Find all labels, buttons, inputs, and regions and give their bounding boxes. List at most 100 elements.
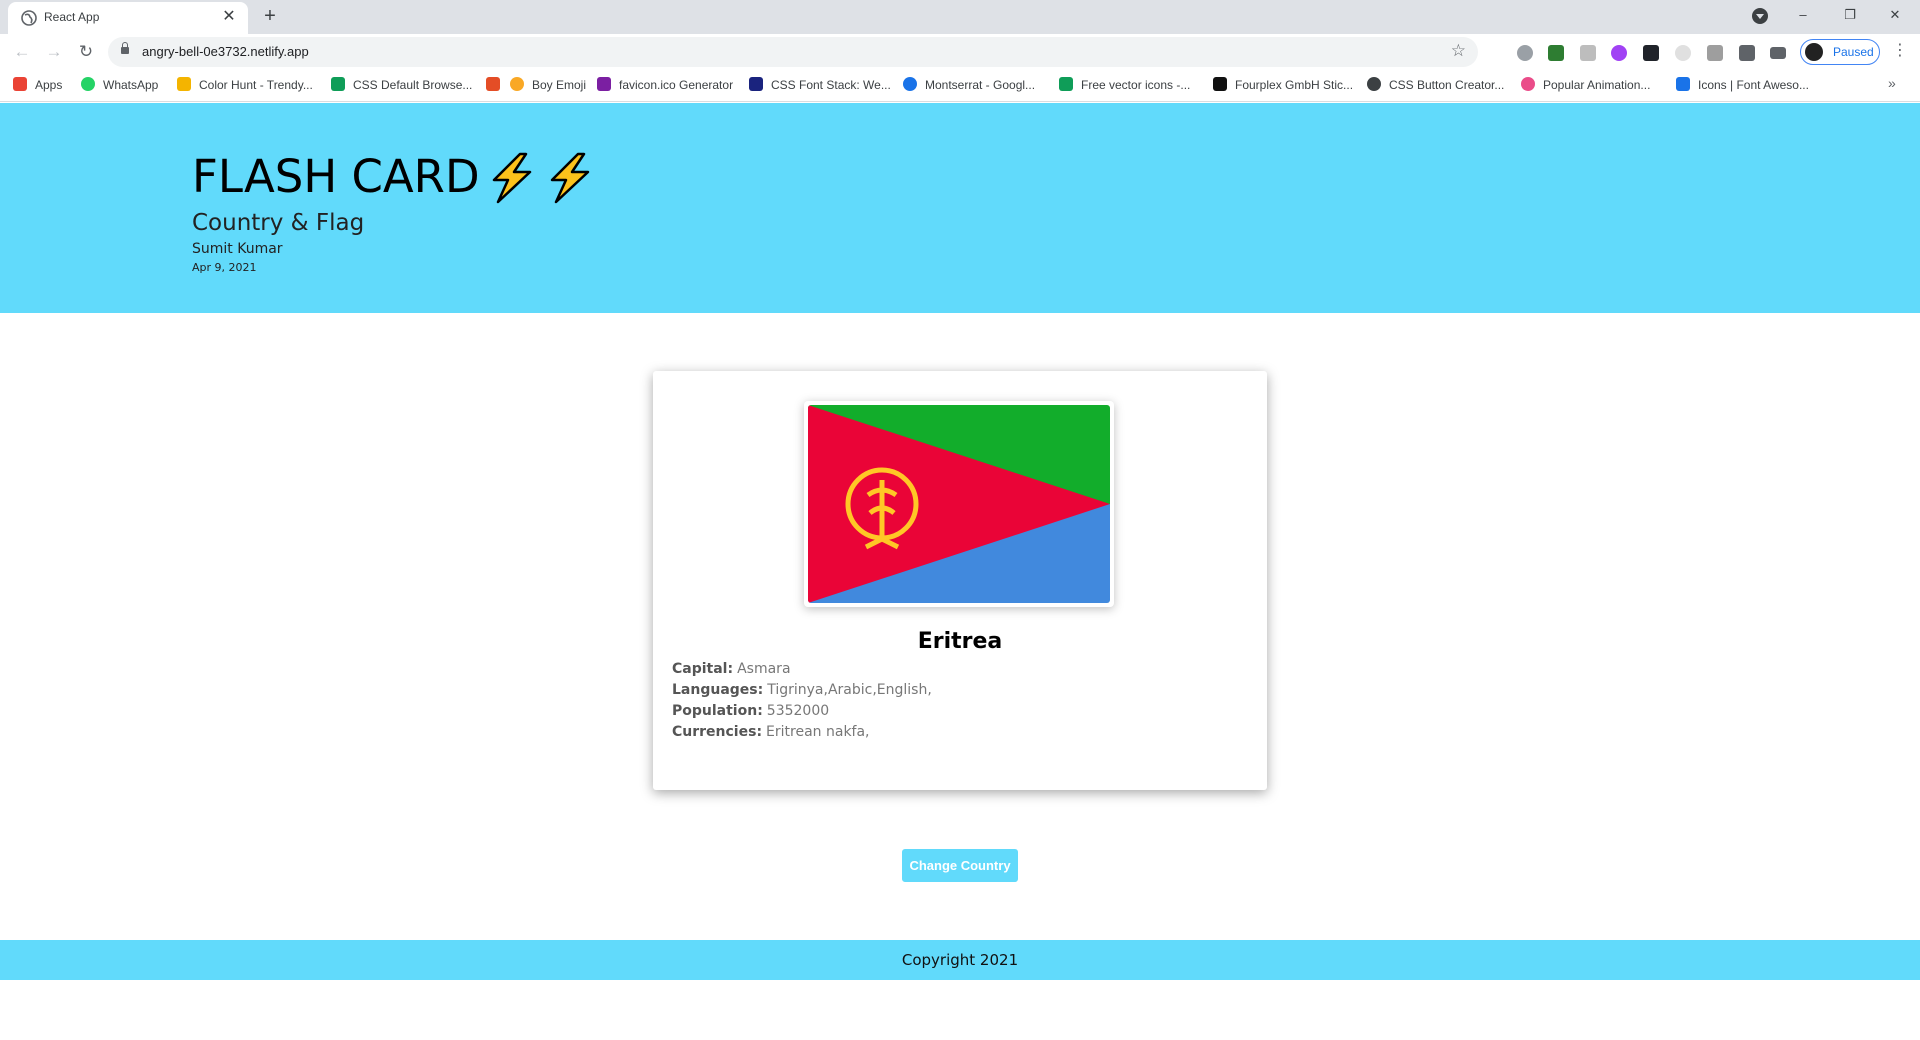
browser-toolbar: ← → ↻ angry-bell-0e3732.netlify.app ☆ Pa… [0,34,1920,70]
bookmark-label: Fourplex GmbH Stic... [1235,78,1354,92]
bookmark-color-hunt[interactable]: Color Hunt - Trendy... [177,77,313,95]
more-bookmarks-icon[interactable]: » [1888,75,1896,91]
change-country-button[interactable]: Change Country [902,849,1018,882]
forward-arrow-icon[interactable]: → [42,40,66,64]
capital-row: Capital: Asmara [672,661,791,677]
tab-strip: React App ✕ + – ❐ ✕ [0,0,1920,34]
emoji-icon [510,77,524,91]
extension-circle-icon[interactable] [1675,45,1691,61]
lock-icon [121,42,129,54]
w3-icon [331,77,345,91]
avatar [1805,43,1823,61]
flash-card: Eritrea Capital: Asmara Languages: Tigriny… [653,371,1267,790]
flag-icon [1676,77,1690,91]
bookmark-popular-animation[interactable]: Popular Animation... [1521,77,1650,95]
extension-tree-icon[interactable] [1548,45,1564,61]
country-name: Eritrea [917,629,1003,654]
cssfont-icon [749,77,763,91]
tab-title: React App [44,10,100,24]
address-bar[interactable]: angry-bell-0e3732.netlify.app ☆ [108,37,1478,67]
bookmark-label: CSS Button Creator... [1389,78,1505,92]
profile-status: Paused [1833,45,1874,59]
extension-purple-icon[interactable] [1611,45,1627,61]
bookmark-font-awesome[interactable]: Icons | Font Aweso... [1676,77,1809,95]
bookmark-label: favicon.ico Generator [619,78,734,92]
url-text: angry-bell-0e3732.netlify.app [142,44,309,59]
extensions-puzzle-icon[interactable] [1739,45,1755,61]
restore-button[interactable]: ❐ [1827,0,1873,30]
flag-image [804,401,1114,607]
publish-date: Apr 9, 2021 [192,261,257,274]
favicon-icon [597,77,611,91]
minimize-button[interactable]: – [1780,0,1826,30]
reload-icon[interactable]: ↻ [74,40,98,64]
apps-grid-icon [13,77,27,91]
bookmark-apps[interactable]: Apps [13,77,62,95]
fourplex-icon [1213,77,1227,91]
reading-list-icon[interactable] [1770,47,1786,59]
lightning-icon [550,152,590,204]
bookmark-css-button[interactable]: CSS Button Creator... [1367,77,1504,95]
capital-value: Asmara [737,661,791,677]
bookmark-label: CSS Font Stack: We... [771,78,891,92]
languages-label: Languages: [672,682,764,698]
bookmark-css-font-stack[interactable]: CSS Font Stack: We... [749,77,891,95]
bookmark-label: Free vector icons -... [1081,78,1191,92]
bookmark-label: Color Hunt - Trendy... [199,78,313,92]
close-window-button[interactable]: ✕ [1872,0,1918,30]
bookmark-fourplex[interactable]: Fourplex GmbH Stic... [1213,77,1353,95]
languages-value: Tigrinya,Arabic,English, [767,682,932,698]
currencies-row: Currencies: Eritrean nakfa, [672,724,870,740]
bookmark-montserrat[interactable]: Montserrat - Googl... [903,77,1035,95]
extension-eyedropper-icon[interactable] [1707,45,1723,61]
page-title: FLASH CARD [192,150,480,203]
population-row: Population: 5352000 [672,703,829,719]
bookmark-whatsapp[interactable]: WhatsApp [81,77,158,95]
population-label: Population: [672,703,763,719]
bookmark-label: Montserrat - Googl... [925,78,1036,92]
html5-icon [486,77,500,91]
page-header [0,103,1920,313]
profile-button[interactable]: Paused [1800,39,1880,65]
currencies-value: Eritrean nakfa, [766,724,870,740]
gear-icon [1367,77,1381,91]
bookmark-html5[interactable] [486,77,508,95]
new-tab-button[interactable]: + [259,5,281,27]
capital-label: Capital: [672,661,734,677]
google-fonts-icon [903,77,917,91]
page-subtitle: Country & Flag [192,210,365,236]
close-tab-icon[interactable]: ✕ [220,7,238,27]
extension-bug-icon[interactable] [1517,45,1533,61]
languages-row: Languages: Tigrinya,Arabic,English, [672,682,932,698]
bookmark-label: Icons | Font Aweso... [1698,78,1809,92]
eritrea-flag [808,405,1110,603]
author-name: Sumit Kumar [192,241,283,257]
copyright-text: Copyright 2021 [901,951,1019,969]
bookmark-label: Boy Emoji [532,78,587,92]
bookmark-css-default[interactable]: CSS Default Browse... [331,77,472,95]
color-hunt-icon [177,77,191,91]
population-value: 5352000 [766,703,830,719]
browser-menu-icon[interactable]: ⋮ [1892,40,1908,62]
currencies-label: Currencies: [672,724,763,740]
bookmark-favicon[interactable]: favicon.ico Generator [597,77,733,95]
globe-icon [21,10,37,26]
browser-tab[interactable]: React App ✕ [8,2,248,34]
react-devtools-icon[interactable] [1643,45,1659,61]
dribbble-icon [1521,77,1535,91]
tab-search-icon[interactable] [1752,8,1768,24]
bookmark-label: WhatsApp [103,78,159,92]
bookmark-free-vector[interactable]: Free vector icons -... [1059,77,1190,95]
bookmark-label: Popular Animation... [1543,78,1651,92]
whatsapp-icon [81,77,95,91]
extension-vpn-icon[interactable] [1580,45,1596,61]
lightning-icons [492,152,590,204]
page-footer: Copyright 2021 [0,940,1920,980]
bookmarks-bar: Apps WhatsApp Color Hunt - Trendy... CSS… [0,70,1920,102]
bookmark-label: Apps [35,78,63,92]
bookmark-boy-emoji[interactable]: Boy Emoji [510,77,586,95]
bookmark-star-icon[interactable]: ☆ [1451,41,1466,61]
lightning-icon [492,152,532,204]
vector-icon [1059,77,1073,91]
back-arrow-icon[interactable]: ← [10,40,34,64]
